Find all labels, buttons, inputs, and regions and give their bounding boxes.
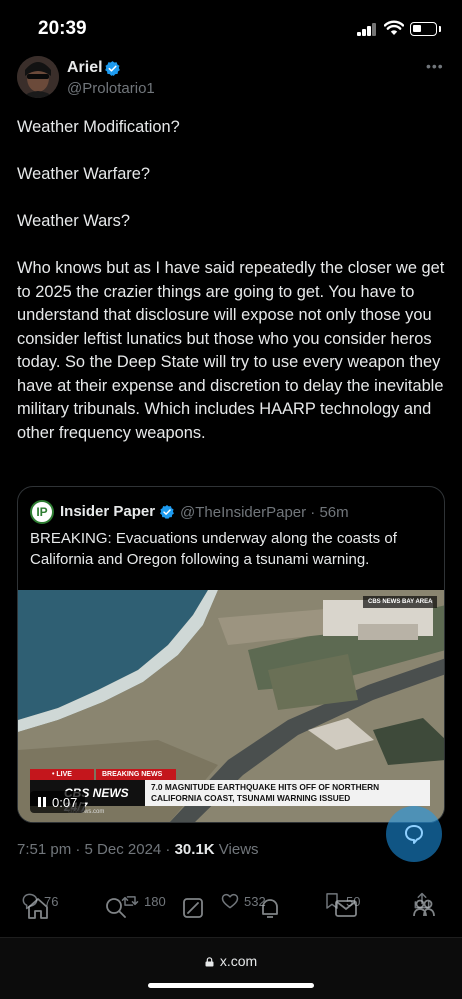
video-time: 0:07 [52,794,78,810]
tweet-paragraph: Weather Warfare? [17,165,150,183]
nav-search-icon[interactable] [103,895,129,926]
heart-icon [221,893,239,909]
quoted-tweet-card[interactable]: IP Insider Paper @TheInsiderPaper · 56m … [17,486,445,823]
breaking-news-label: BREAKING NEWS [95,769,177,780]
timestamp[interactable]: 7:51 pm · 5 Dec 2024 · [17,841,175,858]
tweet-paragraph: Weather Modification? [17,118,180,136]
nav-communities-icon[interactable] [411,895,437,926]
news-headline: 7.0 MAGNITUDE EARTHQUAKE HITS OFF OF NOR… [145,780,430,806]
wifi-icon [384,20,404,35]
chat-bubble-icon [405,825,423,844]
author-handle[interactable]: @Prolotario1 [67,80,155,97]
status-time: 20:39 [38,18,87,39]
tweet-paragraph: Weather Wars? [17,212,130,230]
lock-icon [205,957,214,967]
nav-messages-icon[interactable] [333,895,359,926]
quote-author-name[interactable]: Insider Paper [60,503,155,520]
battery-icon [410,22,437,36]
browser-url-bar[interactable]: x.com [0,937,462,999]
author-name[interactable]: Ariel [67,59,103,77]
nav-grok-icon[interactable] [180,895,206,926]
nav-notifications-icon[interactable] [257,895,283,926]
quote-author-avatar[interactable]: IP [30,500,54,524]
status-bar: 20:39 [0,0,462,56]
quote-text: BREAKING: Evacuations underway along the… [30,530,397,568]
tweet-meta: 7:51 pm · 5 Dec 2024 · 30.1K Views [17,841,259,858]
url-display[interactable]: x.com [0,953,462,969]
verified-badge-icon [105,61,120,76]
channel-bug: CBS NEWS BAY AREA [363,596,438,608]
live-label: • LIVE [30,769,94,780]
home-indicator[interactable] [148,983,314,988]
nav-home-icon[interactable] [25,895,51,926]
more-options-icon[interactable]: ••• [426,58,444,76]
url-text: x.com [219,953,258,969]
repost-count: 180 [144,893,166,909]
verified-badge-icon [160,505,174,519]
author-avatar[interactable] [17,56,59,98]
tweet-paragraph: Who knows but as I have said repeatedly … [17,259,445,442]
pause-icon[interactable] [38,797,46,807]
cellular-signal-icon [357,23,377,36]
tweet-text: Weather Modification? Weather Warfare? W… [17,116,447,445]
action-bar: 76 180 532 50 [0,885,462,937]
battery-cap [439,26,441,32]
news-ticker-labels: • LIVE BREAKING NEWS [30,769,177,780]
floating-chat-button[interactable] [386,806,442,862]
video-timer[interactable]: 0:07 [30,791,86,813]
quote-author-handle[interactable]: @TheInsiderPaper · 56m [180,504,349,521]
views-label: Views [214,841,259,858]
video-player[interactable]: CBS NEWS BAY AREA • LIVE BREAKING NEWS C… [18,590,444,822]
views-count: 30.1K [174,841,215,858]
